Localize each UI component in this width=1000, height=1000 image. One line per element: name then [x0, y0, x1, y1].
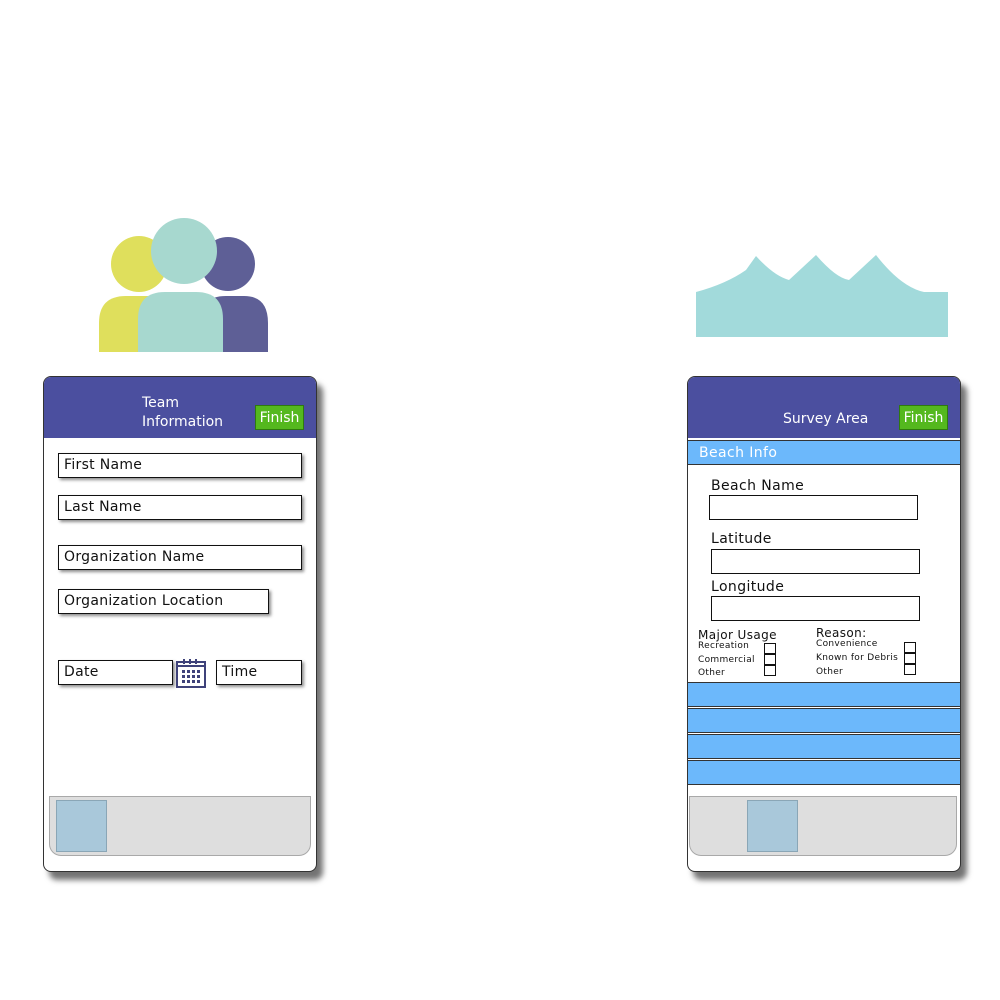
thumbnail-image[interactable] [56, 800, 107, 852]
reason-label: Reason: [816, 626, 867, 640]
reason-option-debris: Known for Debris [816, 653, 899, 663]
finish-button[interactable]: Finish [255, 405, 304, 430]
beach-name-input[interactable] [709, 495, 918, 520]
screen-title-line2: Information [142, 414, 224, 430]
reason-debris-checkbox[interactable] [904, 653, 916, 664]
longitude-label: Longitude [711, 579, 785, 595]
reason-option-convenience: Convenience [816, 639, 878, 649]
waves-icon [696, 255, 948, 337]
section-title: Beach Info [699, 445, 778, 461]
collapsed-section[interactable] [688, 760, 960, 785]
finish-button[interactable]: Finish [899, 405, 948, 430]
organization-location-field[interactable]: Organization Location [58, 589, 269, 614]
screen-title: Survey Area [783, 411, 869, 427]
collapsed-section[interactable] [688, 708, 960, 733]
bottom-toolbar [689, 796, 957, 856]
reason-convenience-checkbox[interactable] [904, 642, 916, 653]
date-field[interactable]: Date [58, 660, 173, 685]
beach-info-section[interactable]: Beach Info [688, 440, 960, 465]
usage-option-other: Other [698, 668, 726, 678]
organization-name-field[interactable]: Organization Name [58, 545, 302, 570]
beach-name-label: Beach Name [711, 478, 805, 494]
bottom-toolbar [49, 796, 311, 856]
team-information-screen: Team Information Finish First Name Last … [43, 376, 317, 872]
time-field[interactable]: Time [216, 660, 302, 685]
latitude-label: Latitude [711, 531, 772, 547]
people-group-icon [99, 218, 268, 352]
latitude-input[interactable] [711, 549, 920, 574]
major-usage-label: Major Usage [698, 628, 777, 642]
last-name-field[interactable]: Last Name [58, 495, 302, 520]
collapsed-section[interactable] [688, 734, 960, 759]
reason-option-other: Other [816, 667, 844, 677]
reason-other-checkbox[interactable] [904, 664, 916, 675]
screen-header: Team Information Finish [44, 377, 316, 438]
usage-recreation-checkbox[interactable] [764, 643, 776, 654]
calendar-icon[interactable] [175, 658, 207, 689]
usage-other-checkbox[interactable] [764, 665, 776, 676]
screen-header: Survey Area Finish [688, 377, 960, 438]
thumbnail-image[interactable] [747, 800, 798, 852]
survey-area-screen: Survey Area Finish Beach Info Beach Name… [687, 376, 961, 872]
longitude-input[interactable] [711, 596, 920, 621]
usage-option-recreation: Recreation [698, 641, 750, 651]
usage-option-commercial: Commercial [698, 655, 755, 665]
first-name-field[interactable]: First Name [58, 453, 302, 478]
usage-commercial-checkbox[interactable] [764, 654, 776, 665]
collapsed-section[interactable] [688, 682, 960, 707]
screen-title-line1: Team [142, 395, 180, 411]
